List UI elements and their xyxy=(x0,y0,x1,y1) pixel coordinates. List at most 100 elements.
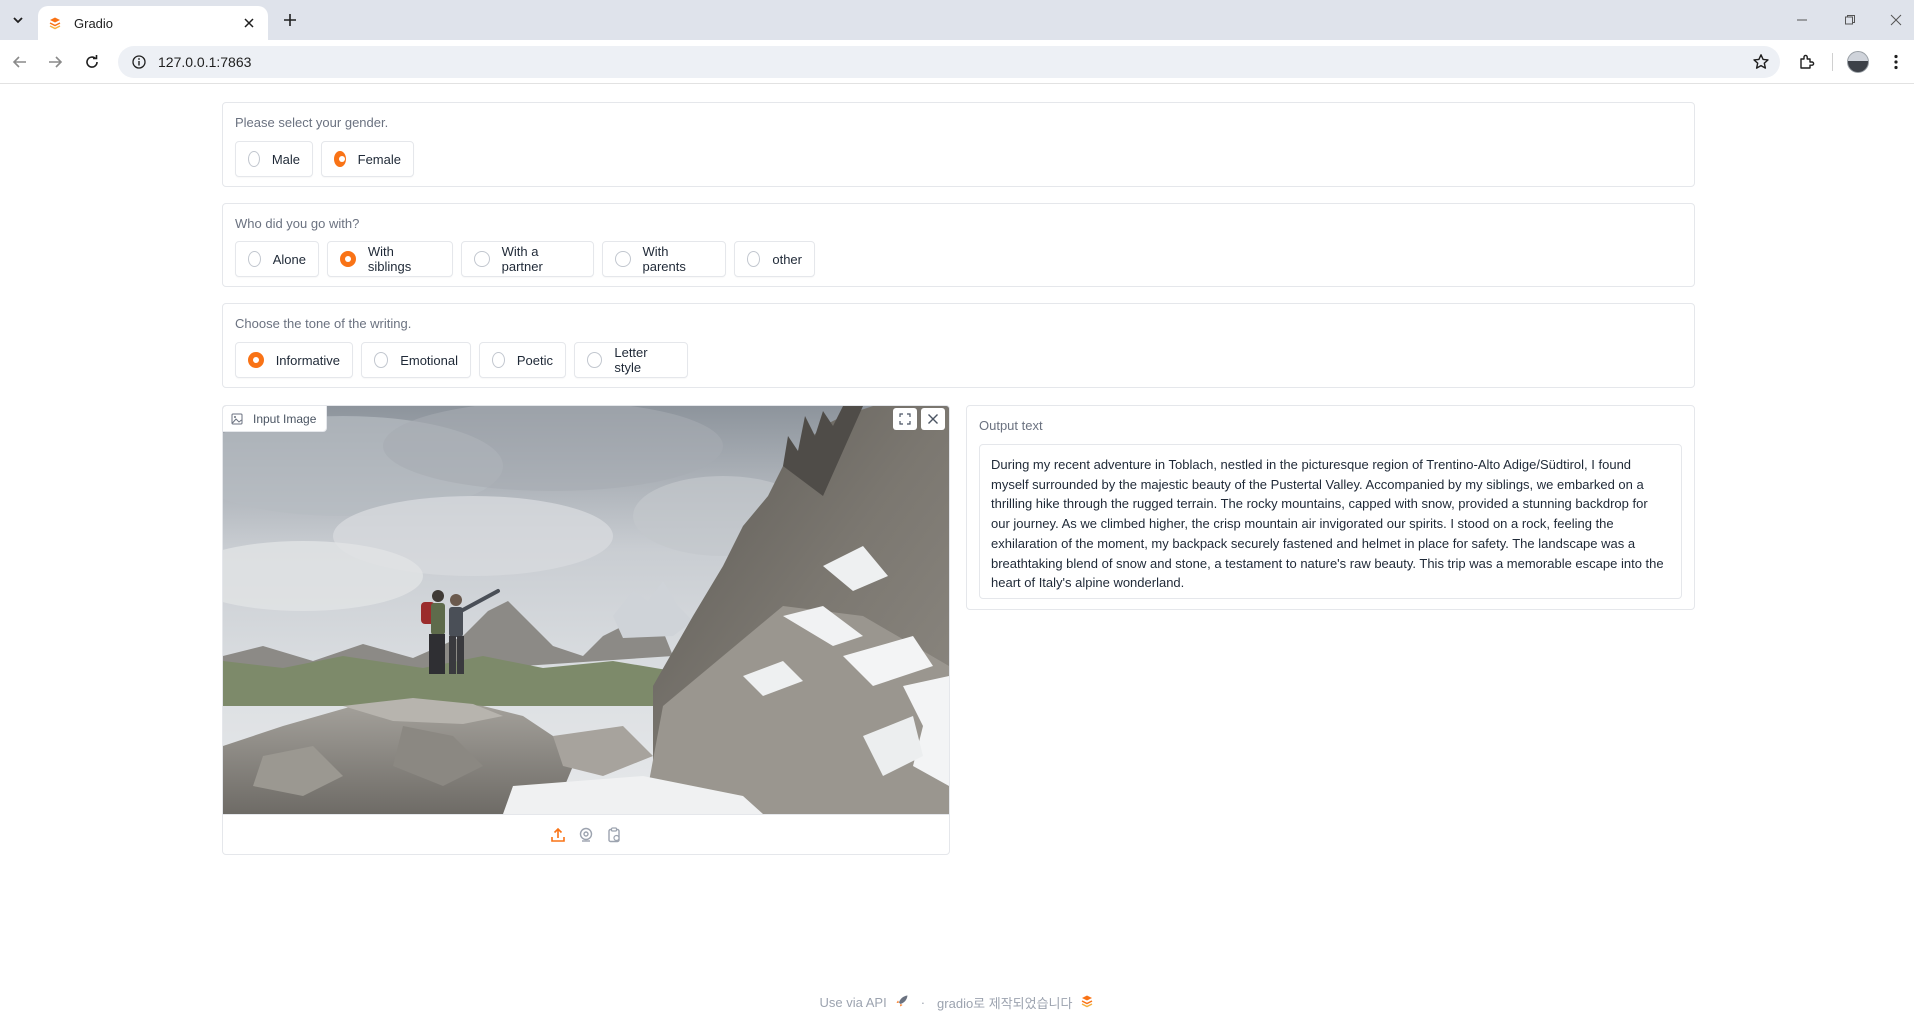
radio-circle[interactable] xyxy=(248,151,260,167)
input-image-label: Input Image xyxy=(223,406,328,432)
toolbar-divider xyxy=(1832,53,1833,71)
browser-tab[interactable]: Gradio xyxy=(38,6,268,40)
minimize-window-button[interactable] xyxy=(1790,8,1814,32)
radio-option-label: Poetic xyxy=(516,352,553,368)
input-image-label-text: Input Image xyxy=(253,411,317,426)
puzzle-icon xyxy=(1800,54,1815,69)
webcam-source-button[interactable] xyxy=(577,826,595,844)
radio-option-female[interactable]: Female xyxy=(321,141,414,177)
url-text: 127.0.0.1:7863 xyxy=(158,54,252,70)
clear-image-button[interactable] xyxy=(921,408,945,430)
companion-label: Who did you go with? xyxy=(235,216,360,231)
radio-option-label: With parents xyxy=(642,244,686,274)
new-tab-button[interactable] xyxy=(278,8,302,32)
radio-option-label: With a partner xyxy=(501,244,543,274)
close-icon xyxy=(1890,14,1902,26)
radio-circle[interactable] xyxy=(248,251,261,267)
built-with-gradio-link[interactable]: gradio로 제작되었습니다 xyxy=(937,993,1072,1012)
radio-circle[interactable] xyxy=(248,352,264,368)
arrow-right-icon xyxy=(49,56,63,68)
gender-label: Please select your gender. xyxy=(235,115,389,130)
reload-icon xyxy=(86,55,98,68)
radio-circle[interactable] xyxy=(474,251,490,267)
radio-option-informative[interactable]: Informative xyxy=(235,342,353,378)
close-icon xyxy=(928,414,938,424)
gender-options: Male Female xyxy=(235,141,414,177)
site-info-icon[interactable] xyxy=(130,53,148,71)
extensions-button[interactable] xyxy=(1795,50,1819,74)
address-bar[interactable]: 127.0.0.1:7863 xyxy=(118,46,1780,78)
bookmark-star-icon[interactable] xyxy=(1752,53,1770,71)
radio-option-label: Letter style xyxy=(614,345,648,375)
tone-options: Informative Emotional Poetic Letter styl… xyxy=(235,342,688,378)
radio-circle[interactable] xyxy=(587,352,603,368)
radio-option-with-siblings[interactable]: With siblings xyxy=(327,241,453,277)
gender-radio-group: Please select your gender. Male Female xyxy=(222,102,1695,187)
output-textbox[interactable]: During my recent adventure in Toblach, n… xyxy=(979,444,1682,599)
browser-tab-bar: Gradio xyxy=(0,0,1914,40)
radio-option-other[interactable]: other xyxy=(734,241,815,277)
radio-circle[interactable] xyxy=(615,251,631,267)
radio-option-label: Female xyxy=(357,151,401,167)
webcam-icon xyxy=(579,827,593,842)
fullscreen-button[interactable] xyxy=(893,408,917,430)
output-text-label: Output text xyxy=(979,418,1043,433)
plus-icon xyxy=(284,14,296,26)
companion-radio-group: Who did you go with? Alone With siblings… xyxy=(222,203,1695,287)
gradio-favicon-icon xyxy=(48,15,64,31)
radio-circle[interactable] xyxy=(492,352,505,368)
radio-option-letter-style[interactable]: Letter style xyxy=(574,342,688,378)
footer: Use via API · gradio로 제작되었습니다 xyxy=(0,993,1914,1012)
restore-icon xyxy=(1845,15,1855,25)
browser-menu-button[interactable] xyxy=(1884,50,1908,74)
maximize-icon xyxy=(899,413,911,425)
radio-option-label: Alone xyxy=(272,251,306,267)
image-icon xyxy=(231,412,245,426)
tab-title: Gradio xyxy=(74,15,114,31)
output-text-component: Output text During my recent adventure i… xyxy=(966,405,1695,610)
profile-avatar[interactable] xyxy=(1847,51,1869,73)
minimize-icon xyxy=(1797,19,1807,21)
back-button[interactable] xyxy=(8,50,32,74)
radio-option-label: With siblings xyxy=(367,244,412,274)
radio-option-with-parents[interactable]: With parents xyxy=(602,241,726,277)
radio-option-poetic[interactable]: Poetic xyxy=(479,342,566,378)
radio-circle[interactable] xyxy=(340,251,356,267)
close-tab-icon[interactable] xyxy=(240,14,258,32)
radio-option-alone[interactable]: Alone xyxy=(235,241,319,277)
use-via-api-link[interactable]: Use via API xyxy=(820,995,887,1010)
companion-options: Alone With siblings With a partner With … xyxy=(235,241,815,277)
tone-radio-group: Choose the tone of the writing. Informat… xyxy=(222,303,1695,388)
rocket-icon xyxy=(895,994,909,1011)
upload-icon xyxy=(551,827,565,842)
more-vertical-icon xyxy=(1894,54,1898,70)
close-window-button[interactable] xyxy=(1884,8,1908,32)
radio-option-with-a-partner[interactable]: With a partner xyxy=(461,241,594,277)
forward-button[interactable] xyxy=(43,50,67,74)
uploaded-photo xyxy=(223,406,949,814)
reload-button[interactable] xyxy=(80,50,104,74)
chevron-down-icon xyxy=(13,17,23,24)
radio-option-label: other xyxy=(772,251,802,267)
upload-source-button[interactable] xyxy=(549,826,567,844)
radio-option-emotional[interactable]: Emotional xyxy=(361,342,471,378)
tone-label: Choose the tone of the writing. xyxy=(235,316,412,331)
image-source-selector xyxy=(223,814,949,854)
image-actions xyxy=(893,408,945,430)
radio-circle[interactable] xyxy=(747,251,761,267)
restore-window-button[interactable] xyxy=(1838,8,1862,32)
radio-circle[interactable] xyxy=(374,352,389,368)
arrow-left-icon xyxy=(12,56,26,68)
radio-option-label: Emotional xyxy=(400,352,458,368)
clipboard-icon xyxy=(608,826,620,842)
radio-option-male[interactable]: Male xyxy=(235,141,313,177)
radio-option-label: Informative xyxy=(275,352,340,368)
radio-circle[interactable] xyxy=(334,151,346,167)
gradio-logo-icon xyxy=(1080,994,1094,1011)
radio-option-label: Male xyxy=(271,151,300,167)
tab-search-button[interactable] xyxy=(6,8,30,32)
clipboard-source-button[interactable] xyxy=(605,826,623,844)
footer-separator: · xyxy=(920,995,926,1010)
input-image-component: Input Image xyxy=(222,405,950,855)
browser-toolbar: 127.0.0.1:7863 xyxy=(0,40,1914,84)
